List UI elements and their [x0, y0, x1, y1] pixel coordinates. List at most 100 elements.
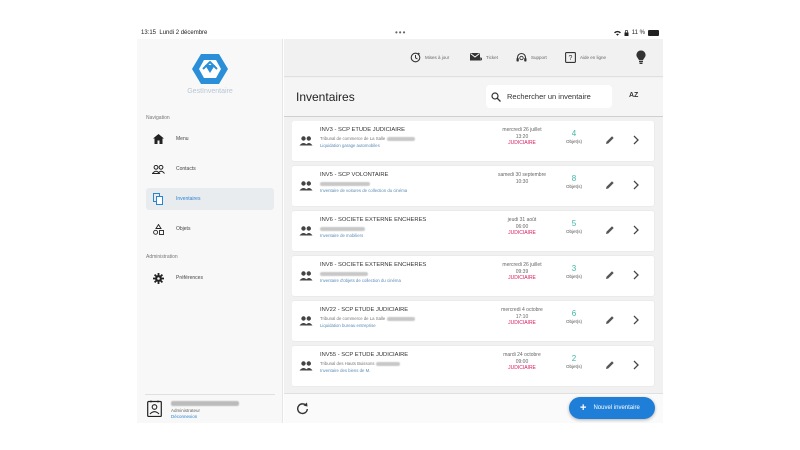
- page-title: Inventaires: [296, 90, 355, 104]
- status-bar: 13:15 Lundi 2 décembre ••• 11 %: [137, 27, 663, 39]
- inventory-date: mardi 24 octobre 09:00 JUDICIAIRE: [503, 352, 541, 371]
- admin-section-title: Administration: [146, 254, 178, 260]
- inventory-card[interactable]: INV55 - SCP ETUDE JUDICIAIRE Tribunal de…: [292, 346, 654, 386]
- people-icon: [299, 361, 313, 371]
- chevron-right-icon[interactable]: [632, 360, 640, 370]
- inventory-card[interactable]: INV5 - SCP VOLONTAIRE Inventaire de voit…: [292, 166, 654, 206]
- inventory-date: mercredi 26 juillet 09:39 JUDICIAIRE: [502, 262, 542, 281]
- inventory-date: samedi 30 septembre 10:30: [497, 172, 547, 185]
- object-count: 3 Objet(s): [565, 264, 582, 279]
- inventory-court: Tribunal des Hauts Buissons: [320, 361, 400, 366]
- search-box[interactable]: [486, 85, 612, 108]
- battery-icon: [648, 30, 659, 36]
- inventory-court: Tribunal de commerce de La Salle: [320, 316, 415, 321]
- inventory-list: INV3 - SCP ETUDE JUDICIAIRE Tribunal de …: [292, 121, 655, 389]
- lightbulb-icon[interactable]: [636, 50, 646, 65]
- inventory-card[interactable]: INV22 - SCP ETUDE JUDICIAIRE Tribunal de…: [292, 301, 654, 341]
- home-icon: [151, 132, 165, 146]
- toolbar-label: Ticket: [486, 54, 498, 60]
- judicial-tag: JUDICIAIRE: [508, 140, 536, 146]
- new-inventory-button[interactable]: + Nouvel inventaire: [569, 397, 655, 419]
- inventory-date: mercredi 4 octobre 17:10 JUDICIAIRE: [501, 307, 543, 326]
- inventory-description: Liquidation garage automobiles: [320, 143, 380, 148]
- toolbar-help[interactable]: ? Aide en ligne: [564, 51, 606, 63]
- user-name-redacted: [171, 401, 239, 406]
- inventory-description: Inventaire de mobiliers: [320, 233, 364, 238]
- edit-icon[interactable]: [605, 270, 615, 280]
- logout-link[interactable]: Déconnexion: [171, 414, 197, 419]
- sort-az-button[interactable]: AZ: [629, 92, 638, 99]
- gear-icon: [151, 271, 165, 285]
- object-count: 6 Objet(s): [565, 309, 582, 324]
- wifi-icon: [613, 30, 621, 36]
- inventory-date: jeudi 31 août 06:00 JUDICIAIRE: [507, 217, 537, 236]
- sidebar-item-label: Inventaires: [176, 196, 201, 202]
- object-count: 4 Objet(s): [565, 129, 582, 144]
- search-input[interactable]: [507, 92, 607, 101]
- inventory-card[interactable]: INV6 - SOCIETE EXTERNE ENCHERES Inventai…: [292, 211, 654, 251]
- edit-icon[interactable]: [605, 225, 615, 235]
- plus-icon: +: [580, 402, 587, 414]
- contacts-icon: [151, 162, 165, 176]
- help-icon: ?: [564, 51, 576, 63]
- inventory-court: [320, 181, 370, 186]
- status-time: 13:15 Lundi 2 décembre: [141, 30, 208, 36]
- edit-icon[interactable]: [605, 180, 615, 190]
- toolbar-updates[interactable]: Mises à jour: [409, 51, 449, 63]
- toolbar-support[interactable]: Support: [515, 51, 547, 63]
- inventory-card[interactable]: INV3 - SCP ETUDE JUDICIAIRE Tribunal de …: [292, 121, 654, 161]
- inventory-title: INV22 - SCP ETUDE JUDICIAIRE: [320, 307, 409, 313]
- sidebar-item-label: Objets: [176, 226, 191, 232]
- redacted-text: [386, 136, 415, 141]
- sidebar-item-contacts[interactable]: Contacts: [146, 158, 274, 180]
- list-header: Inventaires AZ: [284, 78, 663, 117]
- multitask-dots[interactable]: •••: [395, 28, 406, 37]
- user-role: Administrateur: [171, 408, 201, 413]
- chevron-right-icon[interactable]: [632, 225, 640, 235]
- search-icon: [491, 91, 501, 102]
- edit-icon[interactable]: [605, 135, 615, 145]
- toolbar-label: Mises à jour: [425, 54, 450, 60]
- people-icon: [299, 316, 313, 326]
- chevron-right-icon[interactable]: [632, 180, 640, 190]
- toolbar-ticket[interactable]: Ticket: [470, 51, 498, 63]
- nav-section-title: Navigation: [146, 115, 170, 121]
- inventory-description: Liquidation bureau entreprise: [320, 323, 376, 328]
- inventory-description: Inventaire des biens de M.: [320, 368, 371, 373]
- sidebar-item-preferences[interactable]: Préférences: [146, 267, 274, 289]
- redacted-text: [386, 316, 415, 321]
- chevron-right-icon[interactable]: [632, 315, 640, 325]
- edit-icon[interactable]: [605, 360, 615, 370]
- inventory-court: [320, 226, 365, 231]
- inventory-title: INV8 - SOCIETE EXTERNE ENCHERES: [320, 262, 427, 268]
- inventory-date: mercredi 26 juillet 13:20 JUDICIAIRE: [502, 127, 542, 146]
- sidebar-item-menu[interactable]: Menu: [146, 128, 274, 150]
- battery-percent: 11 %: [631, 30, 645, 36]
- sidebar-item-label: Préférences: [176, 275, 203, 281]
- inventory-description: Inventaire d'objets de collection du cin…: [320, 278, 401, 283]
- inventory-card[interactable]: INV8 - SOCIETE EXTERNE ENCHERES Inventai…: [292, 256, 654, 296]
- object-count: 8 Objet(s): [565, 174, 582, 189]
- mail-icon: [470, 51, 482, 63]
- sidebar-item-inventaires[interactable]: Inventaires: [146, 188, 274, 210]
- inventory-court: Tribunal de commerce de La Salle: [320, 136, 415, 141]
- edit-icon[interactable]: [605, 315, 615, 325]
- status-right: 11 %: [613, 30, 659, 36]
- sidebar: GestInventaire Navigation Menu Contacts …: [137, 39, 283, 423]
- app-name: GestInventaire: [187, 88, 233, 95]
- inventory-title: INV6 - SOCIETE EXTERNE ENCHERES: [320, 217, 427, 223]
- main-area: Mises à jour Ticket Support ? Aide en li…: [284, 39, 663, 423]
- contact-card-icon: [147, 400, 162, 417]
- sidebar-item-objets[interactable]: Objets: [146, 218, 274, 240]
- object-count: 2 Objet(s): [565, 354, 582, 369]
- sidebar-item-label: Contacts: [176, 166, 196, 172]
- refresh-icon[interactable]: [296, 402, 309, 415]
- toolbar-label: Support: [531, 54, 547, 60]
- chevron-right-icon[interactable]: [632, 270, 640, 280]
- people-icon: [299, 136, 313, 146]
- inventory-title: INV5 - SCP VOLONTAIRE: [320, 172, 389, 178]
- chevron-right-icon[interactable]: [632, 135, 640, 145]
- documents-icon: [151, 192, 165, 206]
- redacted-text: [320, 271, 368, 276]
- object-count: 5 Objet(s): [565, 219, 582, 234]
